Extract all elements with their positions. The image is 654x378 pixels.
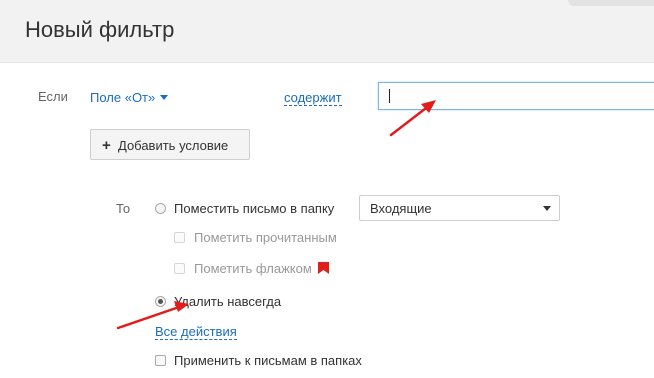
apply-to-existing-checkbox[interactable] (155, 355, 166, 366)
mark-flag-label[interactable]: Пометить флажком (194, 261, 312, 276)
operator-selector[interactable]: содержит (284, 90, 342, 106)
flag-icon (318, 262, 329, 274)
mark-flag-checkbox[interactable] (174, 263, 185, 274)
apply-to-existing-label[interactable]: Применить к письмам в папках (174, 353, 362, 368)
all-actions-link[interactable]: Все действия (155, 324, 237, 340)
then-label: То (116, 201, 131, 216)
if-label: Если (38, 89, 68, 104)
header-corner-tab (568, 0, 654, 6)
add-condition-label: Добавить условие (118, 138, 229, 153)
delete-forever-radio[interactable] (155, 296, 166, 307)
text-cursor (389, 89, 390, 103)
chevron-down-icon (160, 95, 169, 100)
add-condition-button[interactable]: + Добавить условие (90, 129, 250, 160)
mark-read-checkbox[interactable] (174, 232, 185, 243)
field-selector[interactable]: Поле «От» (90, 90, 169, 105)
dropdown-arrow-icon (543, 206, 551, 211)
move-to-folder-label[interactable]: Поместить письмо в папку (174, 201, 334, 216)
move-to-folder-radio[interactable] (155, 203, 166, 214)
plus-icon: + (102, 137, 111, 154)
mark-read-label[interactable]: Пометить прочитанным (194, 230, 337, 245)
page-title: Новый фильтр (25, 17, 175, 42)
delete-forever-label[interactable]: Удалить навсегда (174, 294, 281, 309)
page-header: Новый фильтр (0, 0, 654, 63)
folder-select[interactable]: Входящие (359, 195, 560, 221)
field-selector-label: Поле «От» (90, 90, 156, 105)
folder-select-value: Входящие (370, 201, 432, 216)
condition-value-input[interactable] (378, 82, 654, 110)
